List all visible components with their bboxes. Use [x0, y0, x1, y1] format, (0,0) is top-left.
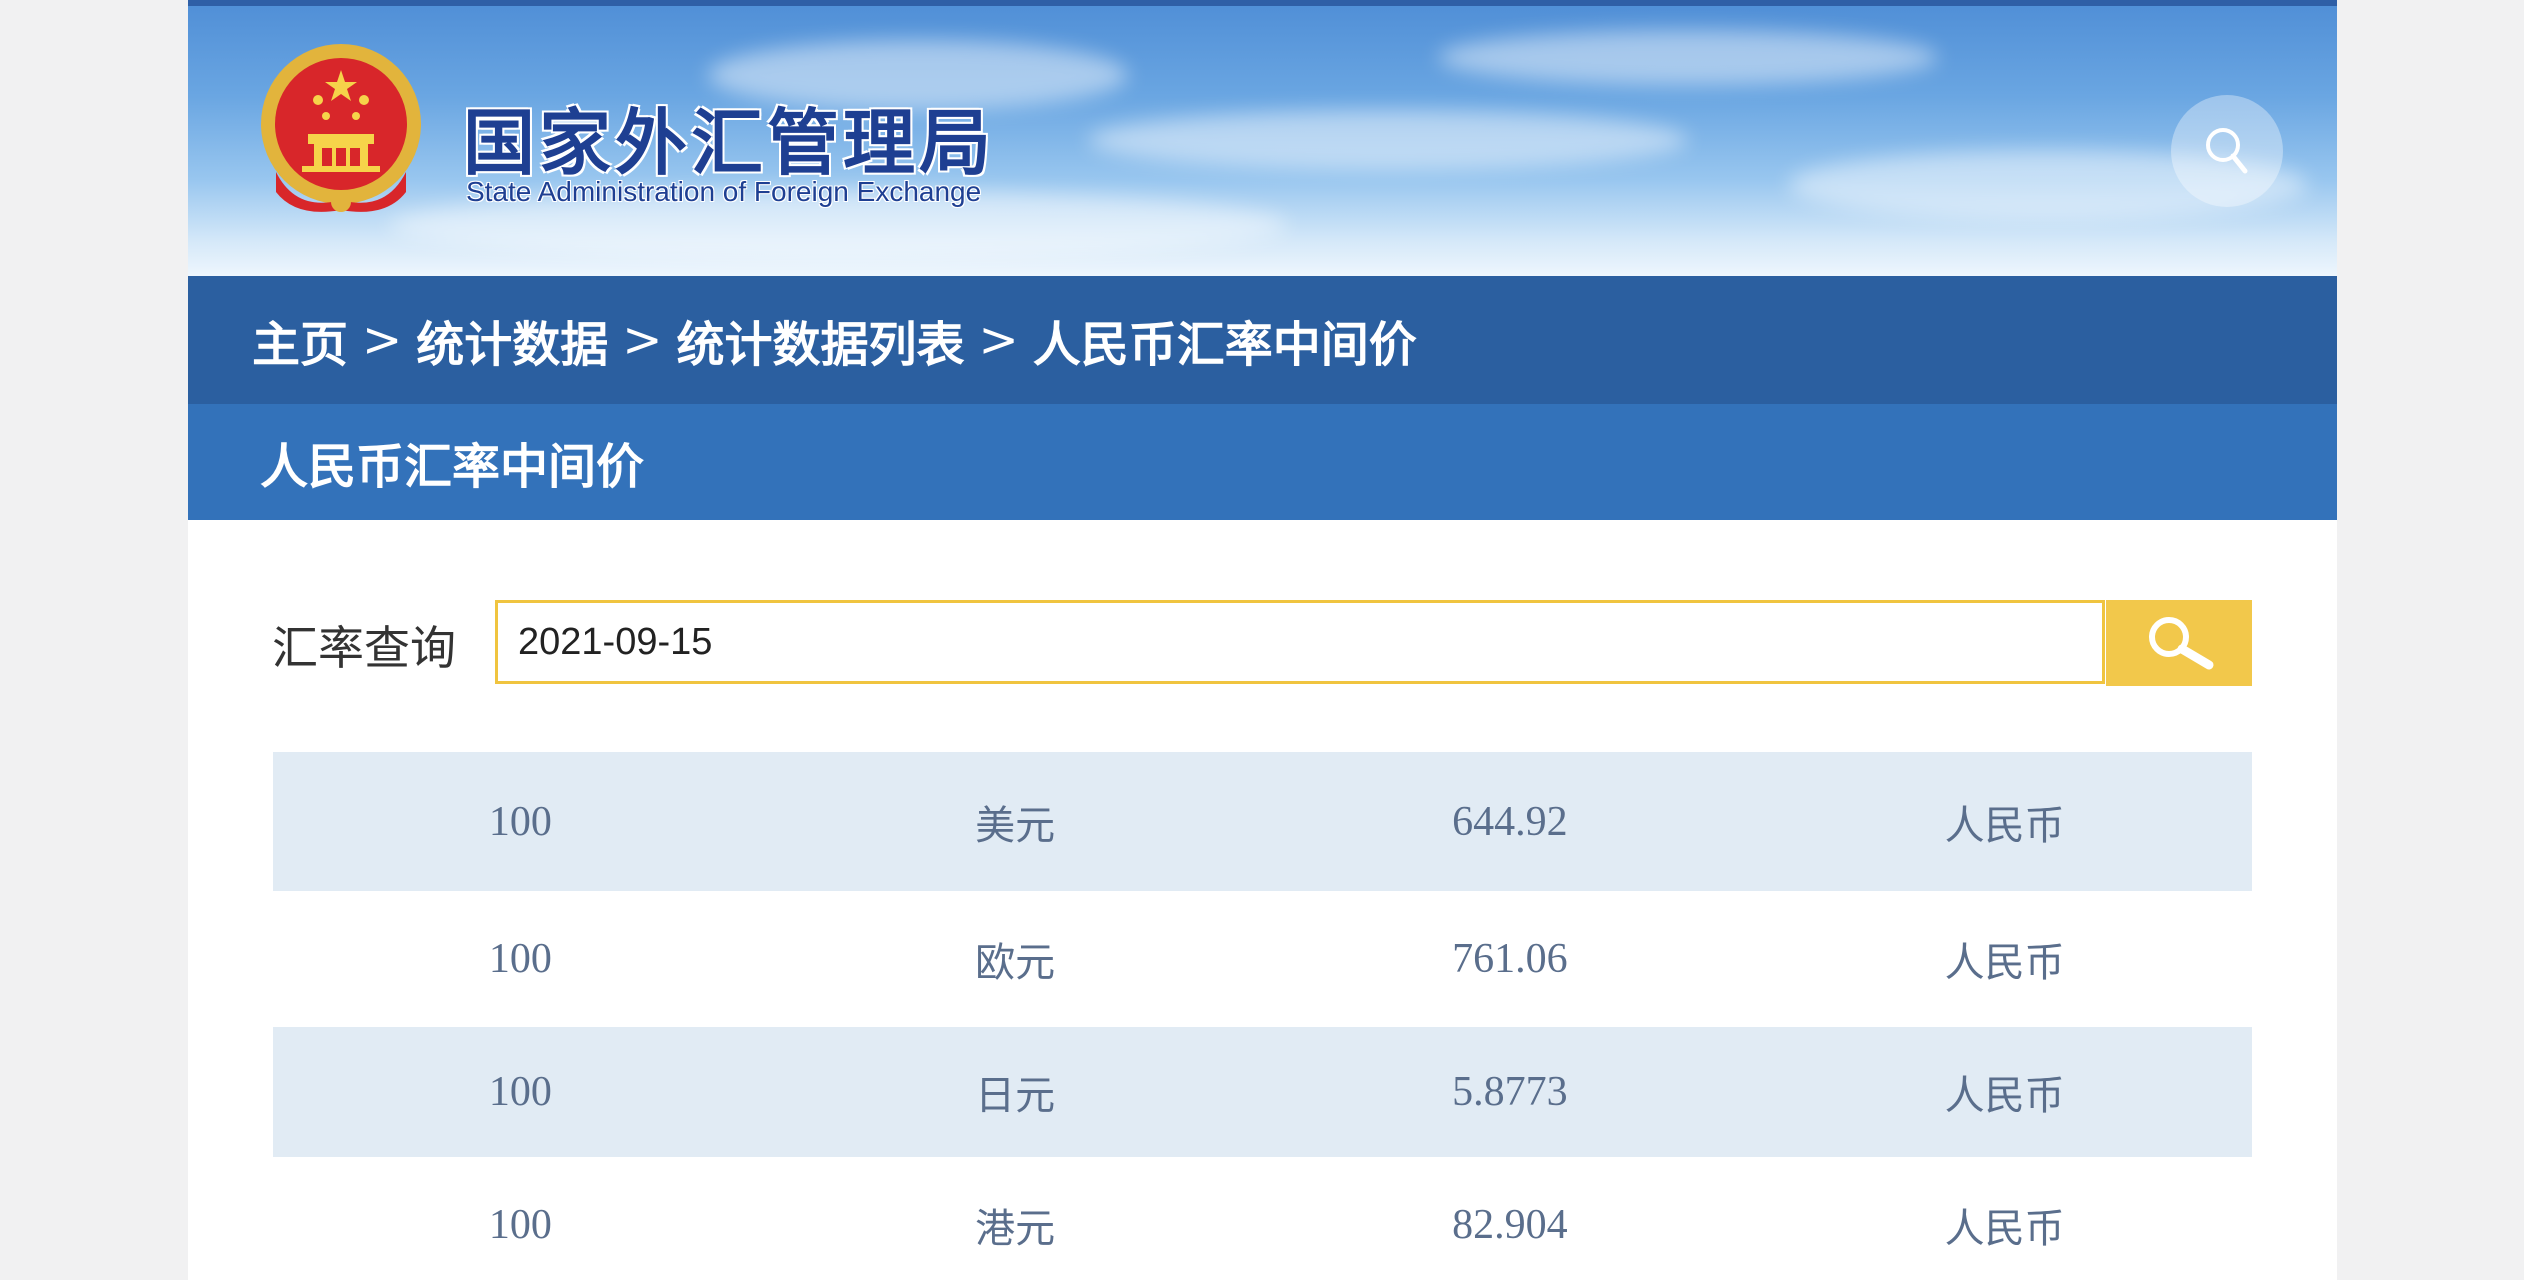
currency-cell: 欧元 [975, 940, 1056, 986]
query-label: 汇率查询 [272, 621, 456, 675]
breadcrumb-item-home[interactable]: 主页 [252, 305, 348, 375]
breadcrumb-item-current[interactable]: 人民币汇率中间价 [1033, 305, 1417, 375]
table-row: 100 日元 5.8773 人民币 [273, 1027, 2252, 1157]
page-container: 国家外汇管理局 State Administration of Foreign … [188, 0, 2337, 1280]
section-title: 人民币汇率中间价 [260, 439, 645, 495]
query-input-box [495, 600, 2105, 684]
search-icon [2206, 128, 2248, 174]
target-currency-cell: 人民币 [1944, 1206, 2065, 1252]
amount-cell: 100 [488, 1069, 552, 1115]
breadcrumb-item-statistics[interactable]: 统计数据 [416, 305, 608, 375]
rate-cell: 761.06 [1452, 936, 1568, 982]
breadcrumb-item-statistics-list[interactable]: 统计数据列表 [676, 305, 964, 375]
table-row: 100 港元 82.904 人民币 [273, 1157, 2252, 1280]
cloud-decoration [1438, 30, 1938, 85]
currency-cell: 港元 [975, 1206, 1056, 1252]
section-title-bar: 人民币汇率中间价 [188, 404, 2337, 520]
amount-cell: 100 [488, 1202, 552, 1248]
date-query-input[interactable] [518, 603, 2058, 681]
rate-cell: 5.8773 [1452, 1069, 1568, 1115]
site-title-chinese: 国家外汇管理局 [463, 101, 996, 185]
header-top-line [188, 0, 2337, 6]
amount-cell: 100 [488, 798, 552, 845]
rate-cell: 82.904 [1452, 1202, 1568, 1248]
site-title-english: State Administration of Foreign Exchange [466, 176, 982, 207]
target-currency-cell: 人民币 [1944, 1073, 2065, 1119]
cloud-decoration [1088, 110, 1688, 170]
target-currency-cell: 人民币 [1944, 802, 2065, 849]
currency-cell: 美元 [975, 802, 1056, 849]
query-search-button[interactable] [2106, 600, 2252, 686]
breadcrumb-separator: > [978, 312, 1019, 368]
table-row: 100 欧元 761.06 人民币 [273, 891, 2252, 1027]
breadcrumb: 主页 > 统计数据 > 统计数据列表 > 人民币汇率中间价 [188, 276, 2337, 404]
site-header: 国家外汇管理局 State Administration of Foreign … [188, 0, 2337, 276]
header-search-button[interactable] [2171, 95, 2283, 207]
table-row: 100 美元 644.92 人民币 [273, 752, 2252, 891]
rate-table: 100 美元 644.92 人民币 100 欧元 761.06 人民币 100 … [273, 752, 2252, 1280]
target-currency-cell: 人民币 [1944, 940, 2065, 986]
search-icon [2149, 617, 2214, 670]
rate-cell: 644.92 [1452, 798, 1568, 845]
breadcrumb-separator: > [362, 312, 403, 368]
amount-cell: 100 [488, 936, 552, 982]
breadcrumb-separator: > [622, 312, 663, 368]
national-emblem-icon [256, 42, 426, 222]
currency-cell: 日元 [975, 1073, 1056, 1119]
